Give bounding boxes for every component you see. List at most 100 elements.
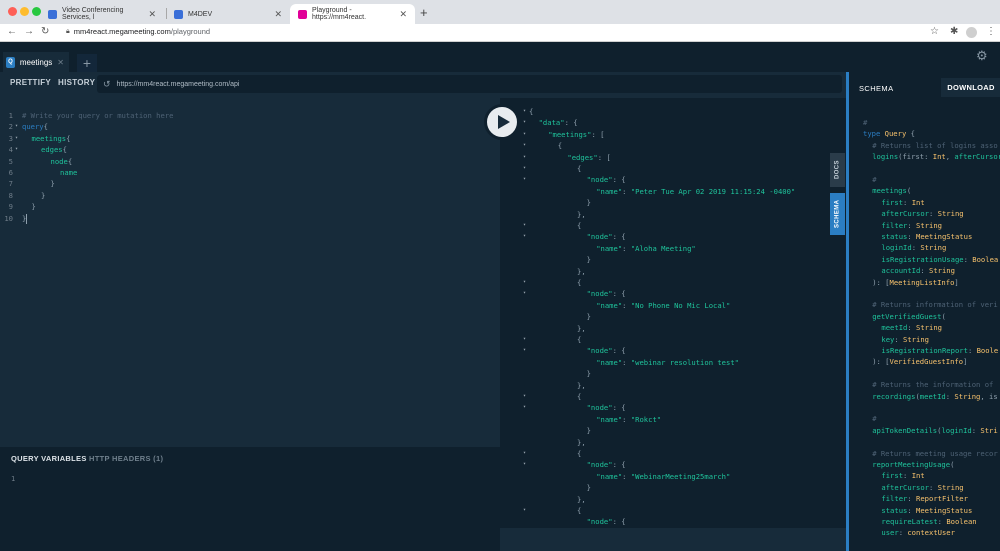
execute-query-button[interactable] (484, 104, 520, 140)
browser-tab[interactable]: M4DEV ✕ (166, 4, 290, 24)
fold-arrow-icon[interactable]: ▾ (523, 391, 526, 402)
fold-arrow-icon[interactable]: ▾ (15, 144, 18, 155)
fold-arrow-icon[interactable]: ▾ (523, 459, 526, 470)
add-tab-button[interactable]: + (77, 54, 97, 72)
tab-close-icon[interactable]: ✕ (148, 9, 156, 20)
result-line: ▾ "node": { (500, 402, 846, 413)
profile-avatar[interactable] (966, 27, 977, 38)
fold-arrow-icon[interactable]: ▾ (15, 121, 18, 132)
schema-line: status: MeetingStatus (881, 505, 973, 515)
new-tab-button[interactable]: + (420, 5, 428, 20)
result-text: "name": "No Phone No Mic Local" (596, 300, 731, 310)
fold-arrow-icon[interactable]: ▾ (523, 277, 526, 288)
line-number: 9 (8, 202, 13, 212)
settings-gear-icon[interactable]: ⚙ (976, 48, 988, 64)
result-text: "node": { (586, 403, 626, 413)
bookmark-star-icon[interactable]: ☆ (930, 26, 939, 37)
close-tab-icon[interactable]: ✕ (57, 58, 64, 67)
fold-arrow-icon[interactable]: ▾ (523, 505, 526, 516)
download-button[interactable]: DOWNLOAD (941, 78, 1000, 97)
fold-arrow-icon[interactable]: ▾ (523, 152, 526, 163)
schema-line: # (872, 175, 877, 184)
address-bar: ← → ↻ 🔒︎ mm4react.megameeting.com/playgr… (0, 24, 1000, 42)
fold-arrow-icon[interactable]: ▾ (523, 163, 526, 174)
code-text: } (50, 179, 55, 189)
tab-http-headers[interactable]: HTTP HEADERS (1) (89, 454, 163, 463)
fold-arrow-icon[interactable]: ▾ (523, 448, 526, 459)
schema-line: ): [VerifiedGuestInfo] (872, 357, 968, 367)
tab-close-icon[interactable]: ✕ (274, 9, 282, 20)
url-host: mm4react.megameeting.com (73, 27, 171, 36)
reset-endpoint-icon[interactable]: ↺ (103, 79, 111, 90)
result-text: }, (577, 266, 586, 276)
tab-close-icon[interactable]: ✕ (399, 9, 407, 20)
fold-arrow-icon[interactable]: ▾ (523, 231, 526, 242)
fold-arrow-icon[interactable]: ▾ (523, 174, 526, 185)
result-line: } (500, 197, 846, 208)
back-icon[interactable]: ← (7, 26, 17, 37)
result-line: ▾ "data": { (500, 117, 846, 128)
fold-arrow-icon[interactable]: ▾ (523, 402, 526, 413)
prettify-button[interactable]: PRETTIFY (10, 78, 51, 87)
result-text: "name": "WebinarMeeting25march" (596, 471, 731, 481)
fold-arrow-icon[interactable]: ▾ (523, 334, 526, 345)
url-field[interactable]: 🔒︎ mm4react.megameeting.com/playground (66, 27, 210, 36)
result-text: }, (577, 494, 586, 504)
tab-title: M4DEV (188, 10, 213, 18)
history-button[interactable]: HISTORY (58, 78, 95, 87)
fold-arrow-icon[interactable]: ▾ (523, 345, 526, 356)
endpoint-url: https://mm4react.megameeting.com/api (116, 80, 240, 88)
endpoint-input[interactable]: ↺ https://mm4react.megameeting.com/api (97, 75, 842, 93)
query-badge-icon: Q (6, 56, 15, 68)
result-text: "edges": [ (567, 152, 611, 162)
result-text: }, (577, 209, 586, 219)
browser-tab-active[interactable]: Playground - https://mm4react. ✕ (290, 4, 415, 24)
fold-arrow-icon[interactable]: ▾ (523, 288, 526, 299)
docs-side-tab[interactable]: DOCS (830, 153, 845, 187)
result-line: ▾{ (500, 220, 846, 231)
tab-query-variables[interactable]: QUERY VARIABLES (11, 454, 87, 463)
result-text: "node": { (586, 232, 626, 242)
browser-menu-icon[interactable]: ⋮ (986, 26, 996, 37)
variables-pane: QUERY VARIABLES HTTP HEADERS (1) 1 (0, 447, 500, 551)
fold-arrow-icon[interactable]: ▾ (15, 133, 18, 144)
schema-line: getVerifiedGuest( (872, 311, 946, 321)
fold-arrow-icon[interactable]: ▾ (523, 220, 526, 231)
minimize-window-button[interactable] (20, 7, 29, 16)
close-window-button[interactable] (8, 7, 17, 16)
fold-arrow-icon[interactable]: ▾ (523, 140, 526, 151)
result-line: ▾{ (500, 140, 846, 151)
schema-line: meetings( (872, 186, 912, 196)
browser-tab[interactable]: Video Conferencing Services, l ✕ (40, 4, 164, 24)
tab-favicon-icon (174, 9, 183, 19)
result-text: { (577, 449, 582, 458)
schema-line: logins(first: Int, afterCursor (872, 152, 1000, 162)
editor-line: 7} (0, 178, 480, 189)
tab-title: Video Conferencing Services, l (62, 7, 124, 21)
query-editor[interactable]: 1 # Write your query or mutation here 2 ▾ qu… (0, 98, 500, 448)
result-text: "meetings": [ (548, 129, 605, 139)
forward-icon[interactable]: → (24, 26, 34, 37)
result-viewer: ▾{▾ "data": {▾ "meetings": [▾{▾ "edges": [▾… (500, 98, 846, 528)
result-line: }, (500, 209, 846, 220)
lock-icon: 🔒︎ (66, 27, 70, 35)
result-line: ▾{ (500, 505, 846, 516)
result-text: } (586, 483, 591, 493)
result-text: { (557, 141, 563, 151)
schema-line: # Returns information of veri (872, 300, 998, 310)
schema-side-tab[interactable]: SCHEMA (830, 193, 845, 235)
reload-icon[interactable]: ↻ (41, 26, 49, 37)
extensions-icon[interactable]: ✱ (950, 26, 958, 37)
result-text: }, (577, 380, 586, 390)
playground-tab-meetings[interactable]: Q meetings ✕ (3, 52, 69, 72)
fold-arrow-icon[interactable]: ▾ (523, 106, 526, 117)
fold-arrow-icon[interactable]: ▾ (523, 117, 526, 128)
editor-line: 6 name (0, 167, 480, 178)
code-text: edges{ (41, 145, 67, 155)
result-line: ▾ "node": { (500, 231, 846, 242)
fold-arrow-icon[interactable]: ▾ (523, 129, 526, 140)
result-text: "name": "Aloha Meeting" (596, 243, 696, 253)
result-text: { (577, 506, 582, 515)
schema-line: loginId: String (881, 243, 947, 253)
text-cursor (26, 213, 27, 224)
